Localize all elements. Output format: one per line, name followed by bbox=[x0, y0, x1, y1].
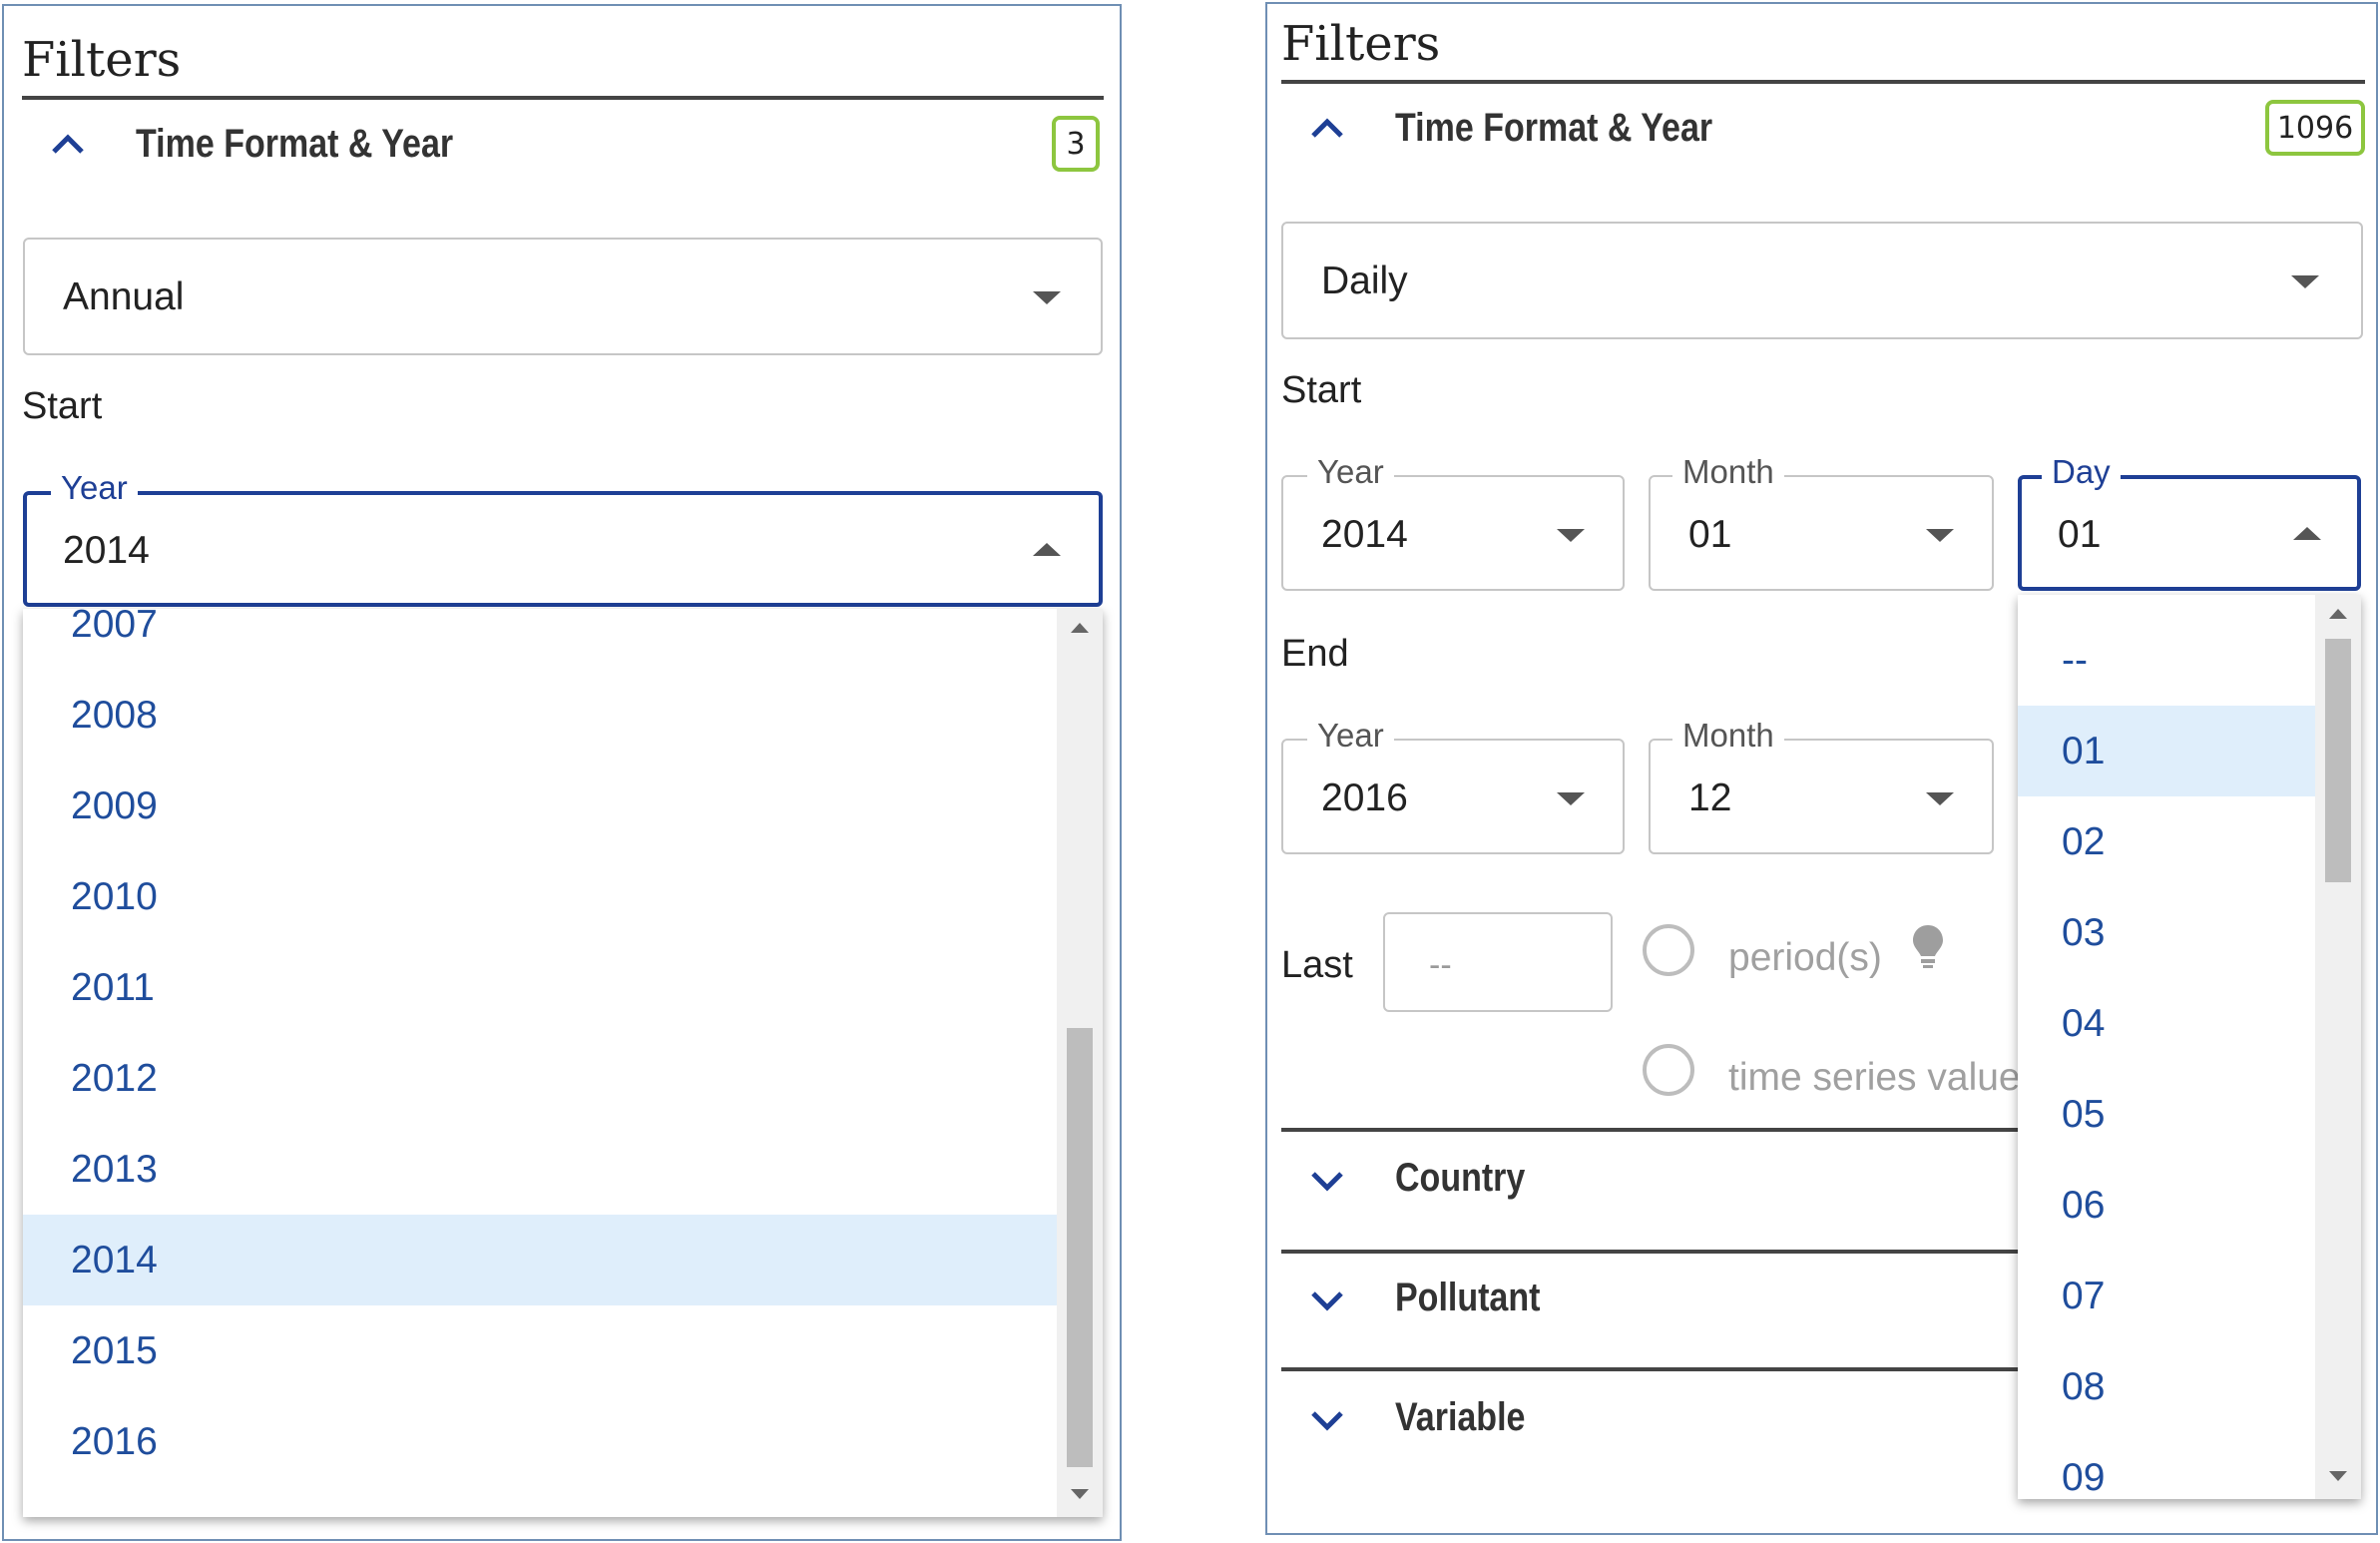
last-label: Last bbox=[1281, 944, 1353, 986]
section-divider bbox=[1281, 1367, 2020, 1371]
count-badge: 3 bbox=[1052, 116, 1100, 172]
day-option[interactable]: 04 bbox=[2018, 978, 2315, 1069]
day-legend: Day bbox=[2042, 453, 2121, 491]
section-title-variable[interactable]: Variable bbox=[1395, 1395, 1525, 1440]
start-day-value: 01 bbox=[2058, 513, 2102, 556]
end-year-select[interactable]: 2016 bbox=[1281, 739, 1625, 854]
end-month-value: 12 bbox=[1688, 776, 1732, 819]
day-option[interactable]: 07 bbox=[2018, 1251, 2315, 1341]
time-format-value: Daily bbox=[1321, 259, 1408, 302]
day-dropdown-menu[interactable]: -- 01 02 03 04 05 06 07 08 09 bbox=[2018, 595, 2361, 1499]
title-divider bbox=[22, 96, 1104, 100]
chevron-up-icon[interactable] bbox=[1309, 116, 1345, 140]
section-title-country[interactable]: Country bbox=[1395, 1156, 1525, 1201]
time-format-value: Annual bbox=[63, 275, 185, 318]
year-legend: Year bbox=[51, 469, 138, 507]
section-title-pollutant[interactable]: Pollutant bbox=[1395, 1276, 1540, 1320]
scrollbar[interactable] bbox=[2315, 595, 2361, 1499]
caret-up-icon bbox=[1033, 543, 1061, 556]
chevron-up-icon[interactable] bbox=[50, 132, 86, 156]
section-title-time-format[interactable]: Time Format & Year bbox=[136, 122, 453, 167]
start-month-select[interactable]: 01 bbox=[1649, 475, 1994, 591]
start-label: Start bbox=[1281, 369, 1362, 411]
start-year-select[interactable]: 2014 bbox=[23, 491, 1103, 607]
day-option[interactable]: 02 bbox=[2018, 796, 2315, 887]
day-option[interactable]: 09 bbox=[2018, 1432, 2315, 1499]
radio-periods[interactable] bbox=[1643, 924, 1694, 976]
start-month-value: 01 bbox=[1688, 513, 1732, 556]
radio-periods-label: period(s) bbox=[1728, 936, 1882, 979]
year-legend: Year bbox=[1307, 717, 1394, 755]
radio-time-series-label: time series value bbox=[1728, 1056, 2018, 1099]
start-year-value: 2014 bbox=[63, 529, 150, 572]
scroll-thumb[interactable] bbox=[2325, 639, 2351, 882]
scroll-up-arrow[interactable] bbox=[2329, 609, 2347, 619]
section-divider bbox=[1281, 1128, 2020, 1132]
scroll-down-arrow[interactable] bbox=[2329, 1471, 2347, 1481]
left-filters-panel: Filters Time Format & Year 3 Annual Star… bbox=[2, 4, 1122, 1541]
year-option-selected[interactable]: 2014 bbox=[23, 1215, 1057, 1305]
chevron-down-icon[interactable] bbox=[1309, 1170, 1345, 1194]
scroll-down-arrow[interactable] bbox=[1071, 1489, 1089, 1499]
year-option[interactable]: 2008 bbox=[23, 670, 1057, 761]
month-legend: Month bbox=[1672, 717, 1784, 755]
section-title-time-format[interactable]: Time Format & Year bbox=[1395, 106, 1712, 151]
day-option[interactable]: 03 bbox=[2018, 887, 2315, 978]
year-option[interactable]: 2009 bbox=[23, 761, 1057, 851]
caret-down-icon bbox=[1033, 291, 1061, 304]
time-format-select[interactable]: Annual bbox=[23, 238, 1103, 355]
year-option[interactable]: 2011 bbox=[23, 942, 1057, 1033]
panel-title: Filters bbox=[22, 32, 182, 88]
end-year-value: 2016 bbox=[1321, 776, 1408, 819]
chevron-down-icon[interactable] bbox=[1309, 1289, 1345, 1313]
month-legend: Month bbox=[1672, 453, 1784, 491]
radio-time-series-wrap: time series value bbox=[1728, 1052, 2018, 1112]
day-option[interactable]: 05 bbox=[2018, 1069, 2315, 1160]
year-option[interactable]: 2012 bbox=[23, 1033, 1057, 1124]
year-option[interactable]: 2007 bbox=[23, 609, 1057, 670]
radio-time-series[interactable] bbox=[1643, 1044, 1694, 1096]
day-option-selected[interactable]: 01 bbox=[2018, 706, 2315, 796]
caret-down-icon bbox=[1926, 792, 1954, 805]
last-periods-input[interactable]: -- bbox=[1383, 912, 1613, 1012]
scrollbar[interactable] bbox=[1057, 609, 1103, 1517]
start-label: Start bbox=[22, 385, 103, 427]
panel-title: Filters bbox=[1281, 16, 1441, 72]
caret-up-icon bbox=[2293, 527, 2321, 540]
last-periods-placeholder: -- bbox=[1429, 946, 1452, 984]
day-option[interactable]: 06 bbox=[2018, 1160, 2315, 1251]
year-dropdown-menu[interactable]: 2007 2008 2009 2010 2011 2012 2013 2014 … bbox=[23, 609, 1103, 1517]
scroll-thumb[interactable] bbox=[1067, 1028, 1093, 1467]
caret-down-icon bbox=[1557, 792, 1585, 805]
caret-down-icon bbox=[1926, 529, 1954, 542]
count-badge: 1096 bbox=[2265, 100, 2365, 156]
start-day-select[interactable]: 01 bbox=[2018, 475, 2361, 591]
end-label: End bbox=[1281, 633, 1349, 675]
chevron-down-icon[interactable] bbox=[1309, 1409, 1345, 1433]
time-format-select[interactable]: Daily bbox=[1281, 222, 2363, 339]
right-filters-panel: Filters Time Format & Year 1096 Daily St… bbox=[1265, 2, 2378, 1535]
section-divider bbox=[1281, 1250, 2020, 1254]
scroll-up-arrow[interactable] bbox=[1071, 623, 1089, 633]
day-option[interactable]: 08 bbox=[2018, 1341, 2315, 1432]
end-month-select[interactable]: 12 bbox=[1649, 739, 1994, 854]
year-option[interactable]: 2015 bbox=[23, 1305, 1057, 1396]
start-year-select[interactable]: 2014 bbox=[1281, 475, 1625, 591]
start-year-value: 2014 bbox=[1321, 513, 1408, 556]
title-divider bbox=[1281, 80, 2365, 84]
lightbulb-icon[interactable] bbox=[1910, 922, 1946, 970]
caret-down-icon bbox=[1557, 529, 1585, 542]
year-option[interactable]: 2010 bbox=[23, 851, 1057, 942]
year-option[interactable]: 2016 bbox=[23, 1396, 1057, 1487]
year-option[interactable]: 2013 bbox=[23, 1124, 1057, 1215]
caret-down-icon bbox=[2291, 275, 2319, 288]
day-option[interactable]: -- bbox=[2018, 615, 2315, 706]
year-legend: Year bbox=[1307, 453, 1394, 491]
